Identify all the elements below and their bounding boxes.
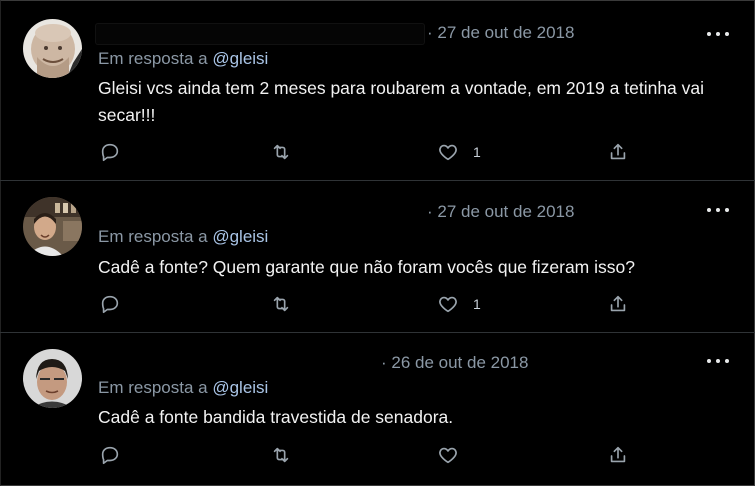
retweet-button[interactable]: [270, 141, 306, 163]
like-button[interactable]: 1: [437, 293, 481, 315]
tweet-text: Cadê a fonte bandida travestida de senad…: [98, 407, 454, 427]
share-button[interactable]: [607, 444, 629, 466]
more-options-icon[interactable]: [707, 27, 729, 41]
like-count: 1: [473, 296, 481, 312]
reply-icon: [101, 295, 119, 314]
reply-handle-link[interactable]: @gleisi: [212, 49, 268, 68]
share-icon: [610, 446, 626, 463]
tweet[interactable]: · 26 de out de 2018 Em resposta a @gleis…: [0, 333, 755, 486]
tweet[interactable]: · 27 de out de 2018 Em resposta a @gleis…: [0, 181, 755, 333]
tweet-actions: [99, 444, 639, 468]
reply-context: Em resposta a @gleisi: [98, 227, 268, 247]
share-icon: [610, 143, 626, 160]
more-options-icon[interactable]: [707, 354, 729, 368]
like-button[interactable]: [437, 444, 473, 466]
reply-prefix: Em resposta a: [98, 227, 213, 246]
more-options-icon[interactable]: [707, 203, 729, 217]
reply-icon: [101, 446, 119, 465]
like-icon: [439, 447, 457, 464]
tweet-text: Gleisi vcs ainda tem 2 meses para roubar…: [98, 78, 705, 125]
reply-context: Em resposta a @gleisi: [98, 378, 268, 398]
tweet-text: Cadê a fonte? Quem garante que não foram…: [98, 257, 635, 277]
tweet[interactable]: · 27 de out de 2018 Em resposta a @gleis…: [0, 0, 755, 181]
reply-handle-link[interactable]: @gleisi: [212, 227, 268, 246]
tweet-date[interactable]: · 27 de out de 2018: [427, 23, 574, 43]
like-button[interactable]: 1: [437, 141, 481, 163]
share-icon: [610, 295, 626, 312]
share-button[interactable]: [607, 293, 629, 315]
reply-handle-link[interactable]: @gleisi: [212, 378, 268, 397]
avatar[interactable]: [23, 349, 82, 408]
reply-button[interactable]: [99, 141, 135, 163]
tweet-date[interactable]: · 26 de out de 2018: [381, 353, 528, 373]
retweet-icon: [273, 296, 289, 312]
redacted-display-name: [95, 23, 425, 45]
reply-icon: [101, 143, 119, 162]
reply-context: Em resposta a @gleisi: [98, 49, 268, 69]
avatar[interactable]: [23, 19, 82, 78]
user-avatar-icon: [23, 197, 82, 256]
retweet-icon: [273, 447, 289, 463]
user-avatar-icon: [23, 19, 82, 78]
user-avatar-icon: [23, 349, 82, 408]
retweet-button[interactable]: [270, 444, 306, 466]
avatar[interactable]: [23, 197, 82, 256]
share-button[interactable]: [607, 141, 629, 163]
reply-prefix: Em resposta a: [98, 49, 213, 68]
reply-prefix: Em resposta a: [98, 378, 213, 397]
like-icon: [439, 144, 457, 161]
retweet-icon: [273, 144, 289, 160]
like-count: 1: [473, 144, 481, 160]
tweet-actions: 1: [99, 293, 639, 317]
like-icon: [439, 296, 457, 313]
tweet-date[interactable]: · 27 de out de 2018: [427, 202, 574, 222]
tweet-actions: 1: [99, 141, 639, 165]
retweet-button[interactable]: [270, 293, 306, 315]
reply-button[interactable]: [99, 293, 135, 315]
reply-button[interactable]: [99, 444, 135, 466]
